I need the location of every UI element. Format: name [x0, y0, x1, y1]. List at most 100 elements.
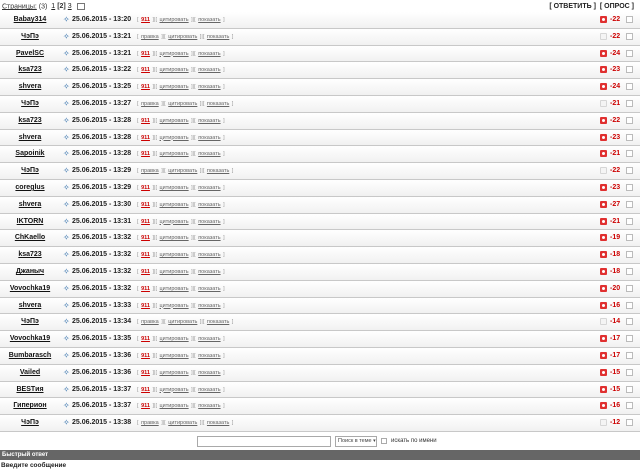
show-button[interactable]: показать — [207, 420, 229, 426]
show-button[interactable]: показать — [198, 303, 220, 309]
report-button[interactable]: 911 — [141, 67, 150, 73]
show-button[interactable]: показать — [198, 269, 220, 275]
show-button[interactable]: показать — [198, 84, 220, 90]
select-post-checkbox[interactable] — [626, 116, 633, 124]
quote-button[interactable]: цитировать — [168, 34, 197, 40]
report-button[interactable]: 911 — [141, 84, 150, 90]
show-button[interactable]: показать — [198, 336, 220, 342]
rating-icon[interactable] — [600, 83, 607, 91]
quote-button[interactable]: цитировать — [160, 387, 189, 393]
page-link-1[interactable]: 1 — [51, 3, 55, 10]
rating-icon[interactable] — [600, 133, 607, 141]
quote-button[interactable]: цитировать — [160, 336, 189, 342]
report-button[interactable]: 911 — [141, 403, 150, 409]
show-button[interactable]: показать — [198, 235, 220, 241]
quote-button[interactable]: цитировать — [160, 353, 189, 359]
show-button[interactable]: показать — [207, 101, 229, 107]
pin-icon[interactable]: ✧ — [63, 167, 70, 175]
post-author[interactable]: coreglus — [0, 184, 60, 191]
select-post-checkbox[interactable] — [626, 301, 633, 309]
quote-button[interactable]: цитировать — [160, 185, 189, 191]
rating-icon[interactable] — [600, 200, 607, 208]
pin-icon[interactable]: ✧ — [63, 368, 70, 377]
report-button[interactable]: 911 — [141, 135, 150, 141]
pin-icon[interactable]: ✧ — [63, 133, 70, 142]
pin-icon[interactable]: ✧ — [63, 99, 70, 108]
post-author[interactable]: ksa723 — [0, 66, 60, 73]
rating-icon[interactable] — [600, 150, 607, 158]
show-button[interactable]: показать — [198, 387, 220, 393]
rating-icon[interactable] — [600, 234, 607, 242]
pin-icon[interactable]: ✧ — [63, 150, 70, 158]
rating-icon[interactable] — [600, 167, 607, 175]
show-button[interactable]: показать — [198, 67, 220, 73]
select-post-checkbox[interactable] — [626, 16, 633, 23]
quote-button[interactable]: цитировать — [160, 151, 189, 157]
report-button[interactable]: 911 — [141, 118, 150, 124]
rating-icon[interactable] — [600, 49, 607, 57]
pin-icon[interactable]: ✧ — [63, 234, 70, 242]
quote-button[interactable]: цитировать — [168, 420, 197, 426]
report-button[interactable]: 911 — [141, 286, 150, 292]
report-button[interactable]: 911 — [141, 353, 150, 359]
pin-icon[interactable]: ✧ — [63, 419, 70, 427]
post-author[interactable]: Sapoinik — [0, 150, 60, 157]
post-author[interactable]: ksa723 — [0, 251, 60, 258]
post-author[interactable]: Bumbarasch — [0, 352, 60, 359]
select-post-checkbox[interactable] — [626, 32, 633, 40]
post-author[interactable]: ЧэПэ — [0, 318, 60, 325]
select-post-checkbox[interactable] — [626, 335, 633, 343]
rating-icon[interactable] — [600, 284, 607, 292]
post-author[interactable]: PavelSC — [0, 50, 60, 57]
report-button[interactable]: 911 — [141, 252, 150, 258]
quote-button[interactable]: цитировать — [168, 168, 197, 174]
show-button[interactable]: показать — [207, 168, 229, 174]
pagination-label[interactable]: Страницы: — [2, 3, 37, 10]
show-button[interactable]: показать — [198, 403, 220, 409]
show-button[interactable]: показать — [198, 118, 220, 124]
rating-icon[interactable] — [600, 318, 607, 326]
select-post-checkbox[interactable] — [626, 351, 633, 359]
post-author[interactable]: shvera — [0, 134, 60, 141]
select-post-checkbox[interactable] — [626, 49, 633, 57]
select-post-checkbox[interactable] — [626, 267, 633, 275]
post-author[interactable]: ЧэПэ — [0, 419, 60, 426]
pin-icon[interactable]: ✧ — [63, 301, 70, 310]
rating-icon[interactable] — [600, 251, 607, 259]
show-button[interactable]: показать — [198, 151, 220, 157]
rating-icon[interactable] — [600, 301, 607, 309]
post-author[interactable]: ksa723 — [0, 117, 60, 124]
show-button[interactable]: показать — [198, 51, 220, 57]
select-post-checkbox[interactable] — [626, 284, 633, 292]
quote-button[interactable]: цитировать — [168, 101, 197, 107]
pin-icon[interactable]: ✧ — [63, 385, 70, 394]
rating-icon[interactable] — [600, 66, 607, 74]
quote-button[interactable]: цитировать — [160, 202, 189, 208]
rating-icon[interactable] — [600, 402, 607, 410]
show-button[interactable]: показать — [207, 34, 229, 40]
reply-button[interactable]: [ ОТВЕТИТЬ ] — [549, 3, 596, 10]
show-button[interactable]: показать — [198, 17, 220, 23]
pin-icon[interactable]: ✧ — [63, 402, 70, 410]
pin-icon[interactable]: ✧ — [63, 335, 70, 343]
report-button[interactable]: 911 — [141, 219, 150, 225]
rating-icon[interactable] — [600, 351, 607, 359]
quote-button[interactable]: цитировать — [160, 286, 189, 292]
search-scope-select[interactable]: Поиск в теме ▾ — [335, 436, 377, 447]
search-input[interactable] — [197, 436, 331, 447]
pin-icon[interactable]: ✧ — [63, 318, 70, 326]
search-by-name-checkbox[interactable] — [381, 438, 387, 444]
pin-icon[interactable]: ✧ — [63, 267, 70, 276]
rating-icon[interactable] — [600, 368, 607, 376]
quote-button[interactable]: цитировать — [160, 17, 189, 23]
post-author[interactable]: ЧэПэ — [0, 167, 60, 174]
report-button[interactable]: 911 — [141, 202, 150, 208]
quote-button[interactable]: цитировать — [160, 67, 189, 73]
post-author[interactable]: Джаныч — [0, 268, 60, 275]
rating-icon[interactable] — [600, 335, 607, 343]
pin-icon[interactable]: ✧ — [63, 32, 70, 41]
pin-icon[interactable]: ✧ — [63, 183, 70, 192]
post-author[interactable]: Babay314 — [0, 16, 60, 23]
post-author[interactable]: IKTORN — [0, 218, 60, 225]
post-author[interactable]: ЧэПэ — [0, 33, 60, 40]
